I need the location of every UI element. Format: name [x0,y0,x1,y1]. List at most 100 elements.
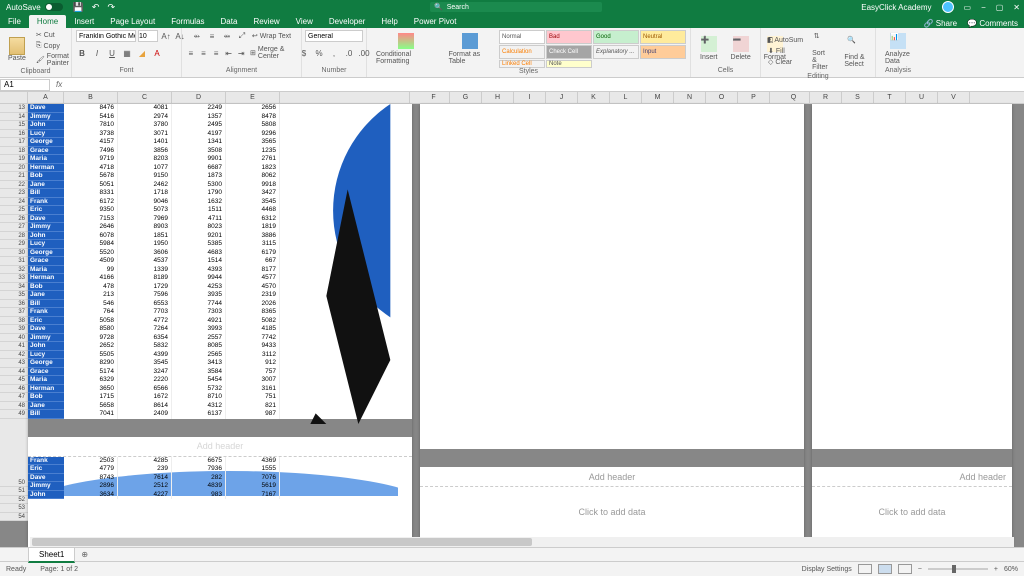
row-header[interactable]: 24 [0,198,28,207]
name-cell[interactable]: Maria [28,266,64,275]
name-cell[interactable]: Maria [28,376,64,385]
data-cell[interactable]: 4393 [172,266,226,275]
add-header-placeholder[interactable]: Add header [28,437,412,457]
data-cell[interactable]: 5505 [64,351,118,360]
style-neutral[interactable]: Neutral [640,30,686,44]
col-header-K[interactable]: K [578,92,610,103]
normal-view-icon[interactable] [858,564,872,574]
data-cell[interactable]: 239 [118,465,172,474]
find-select-button[interactable]: 🔍Find & Select [839,34,871,70]
page-break-view-icon[interactable] [898,564,912,574]
data-cell[interactable]: 1851 [118,232,172,241]
avatar[interactable] [942,1,954,13]
data-cell[interactable]: 2495 [172,121,226,130]
zoom-out-icon[interactable]: − [918,566,922,573]
data-cell[interactable]: 4399 [118,351,172,360]
zoom-level[interactable]: 60% [1004,566,1018,573]
data-cell[interactable]: 3007 [226,376,280,385]
data-cell[interactable]: 8476 [64,104,118,113]
table-row[interactable]: Eric477923979361555 [28,465,412,474]
name-cell[interactable]: Jimmy [28,113,64,122]
data-cell[interactable]: 764 [64,308,118,317]
table-row[interactable]: John7810378024955808 [28,121,412,130]
row-header[interactable]: 52 [0,496,28,505]
paste-button[interactable]: Paste [4,35,30,64]
data-cell[interactable]: 3545 [226,198,280,207]
scroll-thumb[interactable] [32,538,532,546]
row-header[interactable]: 33 [0,274,28,283]
data-cell[interactable]: 5051 [64,181,118,190]
name-box[interactable] [0,79,50,91]
data-cell[interactable]: 2462 [118,181,172,190]
data-cell[interactable]: 5073 [118,206,172,215]
name-cell[interactable]: Bob [28,283,64,292]
col-header-f-area[interactable] [280,92,410,103]
data-cell[interactable]: 8903 [118,223,172,232]
table-row[interactable]: George829035453413912 [28,359,412,368]
font-size-select[interactable] [138,30,158,42]
data-cell[interactable]: 4185 [226,325,280,334]
name-cell[interactable]: John [28,342,64,351]
data-cell[interactable]: 2503 [64,457,118,466]
table-row[interactable]: Bob171516728710751 [28,393,412,402]
data-cell[interactable]: 1823 [226,164,280,173]
data-cell[interactable]: 3634 [64,491,118,500]
row-header[interactable]: 19 [0,155,28,164]
data-cell[interactable]: 9728 [64,334,118,343]
align-bottom-icon[interactable]: ⬵ [221,30,233,42]
data-cell[interactable]: 4166 [64,274,118,283]
data-cell[interactable]: 8085 [172,342,226,351]
inc-decimal-icon[interactable]: .0 [343,47,355,59]
add-data-placeholder-2[interactable]: Click to add data [812,487,1012,517]
name-cell[interactable]: Jimmy [28,334,64,343]
data-cell[interactable]: 1715 [64,393,118,402]
name-cell[interactable]: George [28,249,64,258]
percent-icon[interactable]: % [313,47,325,59]
row-header[interactable]: 16 [0,130,28,139]
table-row[interactable]: Grace517432473584757 [28,368,412,377]
table-row[interactable]: Dave8476408122492656 [28,104,412,113]
col-header-J[interactable]: J [546,92,578,103]
row-header[interactable]: 14 [0,113,28,122]
row-header[interactable]: 42 [0,351,28,360]
table-row[interactable]: Maria99133943938177 [28,266,412,275]
row-header[interactable]: 38 [0,317,28,326]
table-row[interactable]: Maria6329222054543007 [28,376,412,385]
data-cell[interactable]: 9296 [226,130,280,139]
data-cell[interactable]: 1718 [118,189,172,198]
data-cell[interactable]: 4157 [64,138,118,147]
data-cell[interactable]: 4285 [118,457,172,466]
fill-color-icon[interactable]: ◢ [136,47,148,59]
data-cell[interactable]: 3993 [172,325,226,334]
data-cell[interactable]: 8177 [226,266,280,275]
fx-icon[interactable]: fx [56,80,62,89]
name-cell[interactable]: Bill [28,410,64,419]
data-cell[interactable]: 4509 [64,257,118,266]
name-cell[interactable]: Dave [28,215,64,224]
data-cell[interactable]: 99 [64,266,118,275]
data-cell[interactable]: 2656 [226,104,280,113]
data-cell[interactable]: 8203 [118,155,172,164]
data-cell[interactable]: 3161 [226,385,280,394]
col-header-G[interactable]: G [450,92,482,103]
table-row[interactable]: Jane213759639352319 [28,291,412,300]
table-row[interactable]: Jimmy2646890380231819 [28,223,412,232]
sheet-tab-1[interactable]: Sheet1 [28,547,75,563]
col-header-S[interactable]: S [842,92,874,103]
format-as-table-button[interactable]: Format as Table [444,31,496,67]
row-header[interactable]: 45 [0,376,28,385]
col-header-O[interactable]: O [706,92,738,103]
row-header[interactable]: 40 [0,334,28,343]
tab-formulas[interactable]: Formulas [163,15,212,28]
row-header[interactable]: 43 [0,359,28,368]
data-cell[interactable]: 1514 [172,257,226,266]
data-cell[interactable]: 2557 [172,334,226,343]
data-cell[interactable]: 5678 [64,172,118,181]
grow-font-icon[interactable]: A↑ [160,30,172,42]
name-cell[interactable]: Jane [28,291,64,300]
col-header-E[interactable]: E [226,92,280,103]
account-name[interactable]: EasyClick Academy [861,3,931,12]
data-cell[interactable]: 3935 [172,291,226,300]
name-cell[interactable]: George [28,359,64,368]
align-right-icon[interactable]: ≡ [211,47,221,59]
